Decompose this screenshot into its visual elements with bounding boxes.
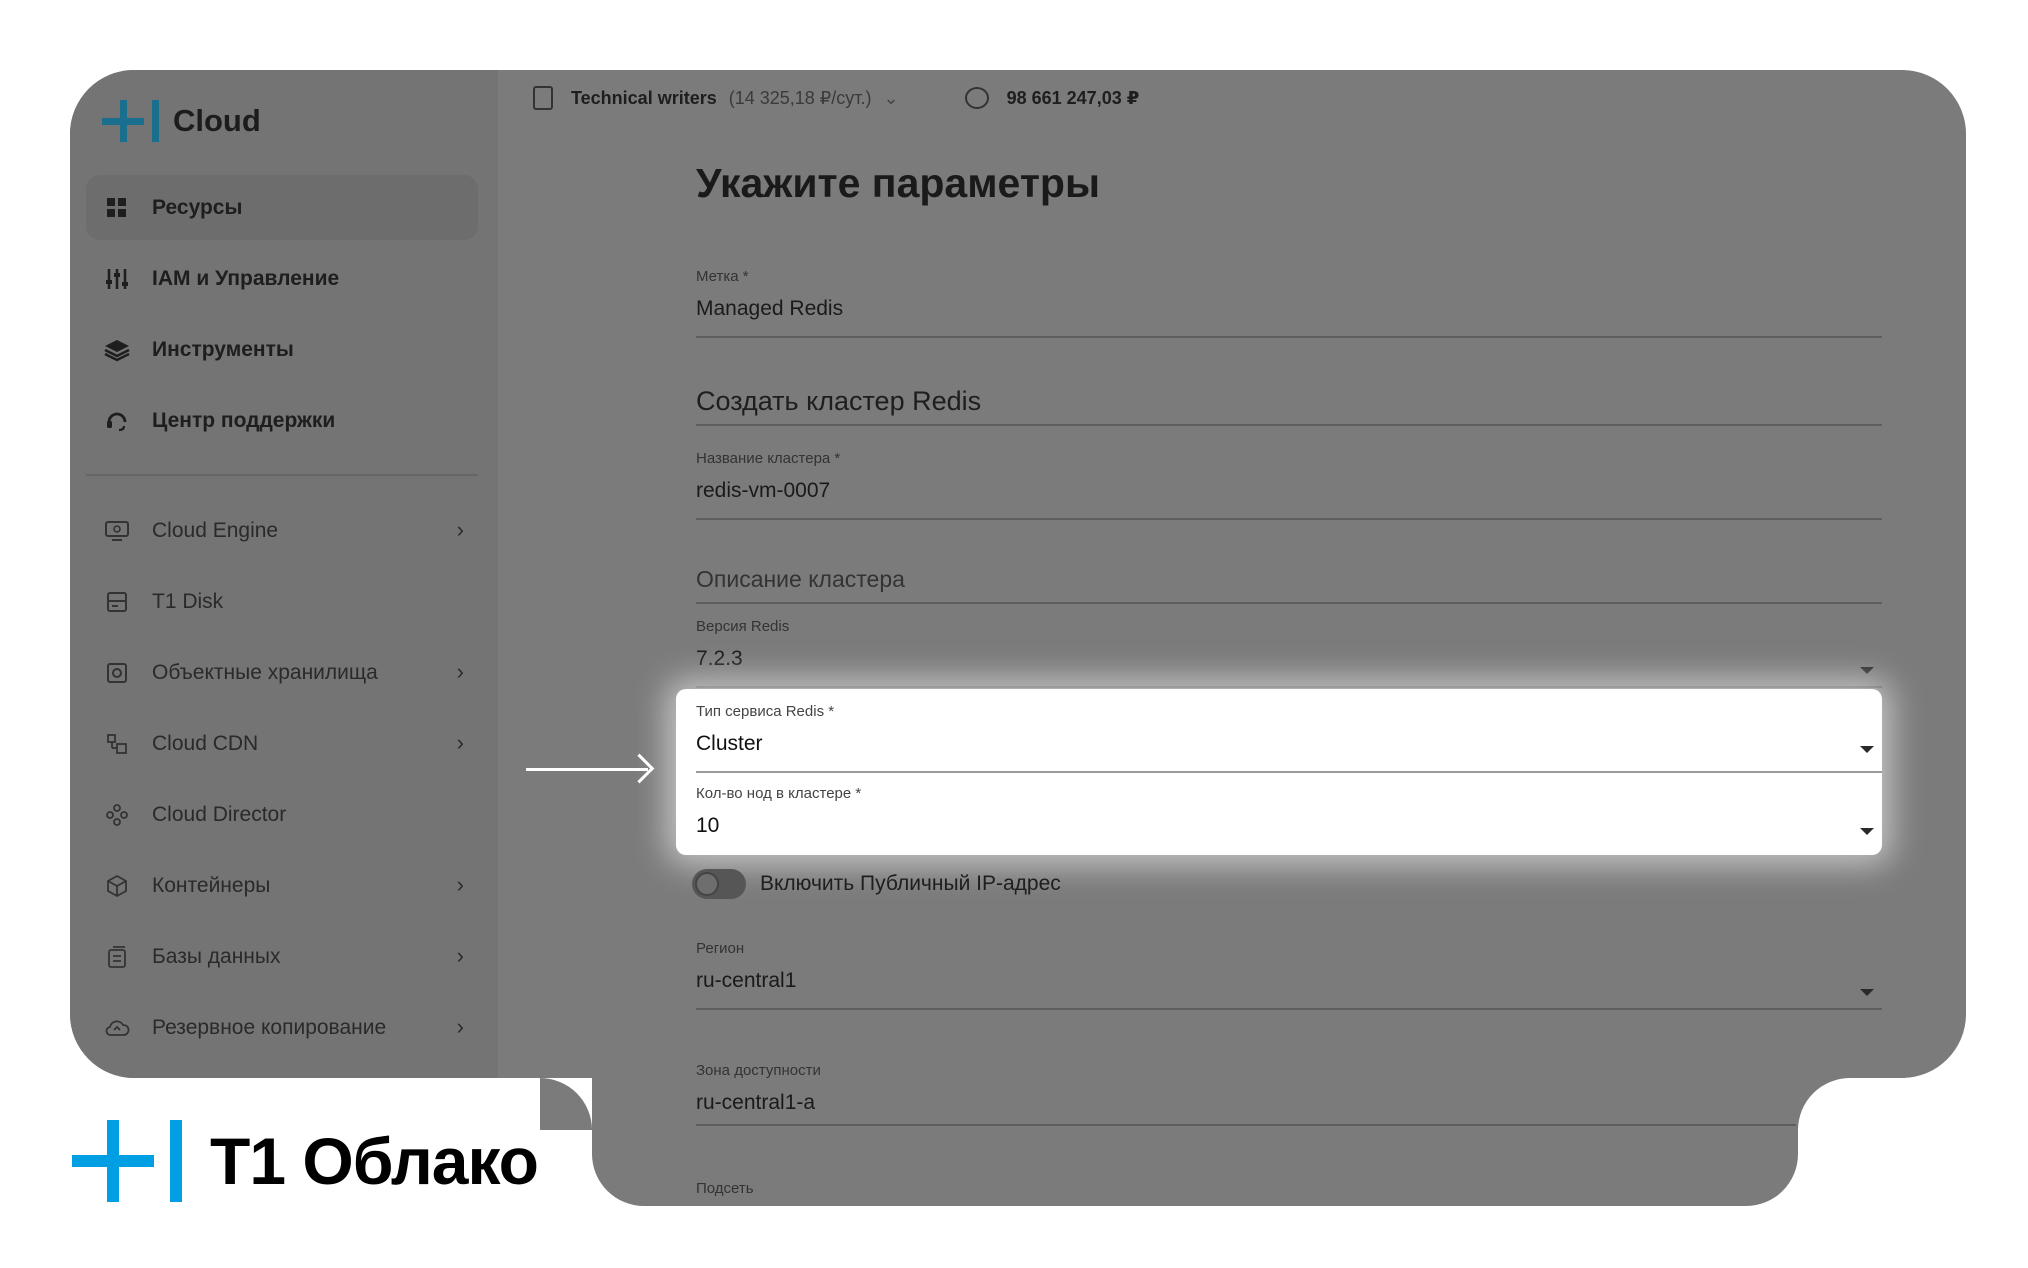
nav-divider	[86, 474, 478, 476]
brand-logo[interactable]: Cloud	[102, 100, 261, 142]
nav-item-iam[interactable]: IAM и Управление	[86, 246, 478, 311]
chevron-right-icon: ›	[456, 943, 464, 968]
nav-item-label: IAM и Управление	[152, 266, 340, 290]
nav-item-tools[interactable]: Инструменты	[86, 317, 478, 382]
description-field[interactable]: Описание кластера	[696, 566, 1882, 604]
chevron-right-icon: ›	[456, 872, 464, 897]
field-label: Тип сервиса Redis *	[696, 703, 835, 720]
region-select[interactable]: Регион ru-central1	[696, 940, 1882, 1010]
field-label: Зона доступности	[696, 1062, 821, 1079]
dropdown-caret-icon	[1860, 828, 1874, 835]
cdn-icon	[104, 731, 130, 757]
dropdown-caret-icon	[1860, 667, 1874, 674]
chevron-right-icon: ›	[456, 517, 464, 542]
service-type-value: Cluster	[696, 732, 763, 755]
label-field[interactable]: Метка * Managed Redis	[696, 268, 1882, 338]
daily-rate: (14 325,18 ₽/сут.)	[728, 87, 872, 108]
dropdown-caret-icon	[1860, 989, 1874, 996]
public-ip-toggle-row: Включить Публичный IP-адрес	[692, 869, 1061, 899]
chevron-down-icon[interactable]: ⌄	[884, 88, 899, 109]
cloud-backup-icon	[104, 1015, 130, 1041]
monitor-icon	[104, 518, 130, 544]
description-input[interactable]: Описание кластера	[696, 566, 1882, 593]
service-item-databases[interactable]: Базы данных ›	[86, 921, 478, 992]
chevron-right-icon: ›	[456, 659, 464, 684]
service-item-label: Cloud CDN	[152, 731, 259, 755]
service-item-label: Контейнеры	[152, 873, 271, 897]
account-balance: 98 661 247,03 ₽	[1006, 87, 1140, 108]
field-label: Версия Redis	[696, 618, 790, 635]
grid-icon	[104, 195, 130, 221]
headset-icon	[104, 408, 130, 434]
service-item-cloud-cdn[interactable]: Cloud CDN ›	[86, 708, 478, 779]
brand-name: Cloud	[173, 103, 261, 138]
service-item-cloud-engine[interactable]: Cloud Engine ›	[86, 495, 478, 566]
sliders-icon	[104, 266, 130, 292]
node-count-value: 10	[696, 814, 720, 837]
highlighted-fields: Тип сервиса Redis * Cluster Кол-во нод в…	[676, 689, 1882, 855]
chevron-right-icon: ›	[456, 730, 464, 755]
pointer-arrow	[526, 768, 648, 771]
database-icon	[104, 944, 130, 970]
top-bar: Technical writers (14 325,18 ₽/сут.) ⌄ 9…	[533, 86, 1139, 110]
redis-version-value: 7.2.3	[696, 647, 743, 670]
t1-logo: T1 Облако	[72, 1120, 539, 1202]
service-item-backup[interactable]: Резервное копирование ›	[86, 992, 478, 1063]
plus-logo-icon	[72, 1120, 154, 1202]
storage-icon	[104, 660, 130, 686]
service-item-label: Cloud Engine	[152, 518, 279, 542]
service-item-label: Базы данных	[152, 944, 281, 968]
nav-item-label: Ресурсы	[152, 195, 243, 219]
nav-item-label: Инструменты	[152, 337, 294, 361]
sidebar: Cloud Ресурсы IAM и Управление Инструмен…	[70, 70, 498, 1078]
zone-value: ru-central1-a	[696, 1091, 816, 1114]
public-ip-toggle[interactable]	[692, 869, 746, 899]
cluster-name-input[interactable]: redis-vm-0007	[696, 479, 1882, 503]
service-item-label: Cloud Director	[152, 802, 287, 826]
region-value: ru-central1	[696, 969, 797, 992]
disk-icon	[104, 589, 130, 615]
section-header: Создать кластер Redis	[696, 386, 1882, 426]
node-count-select[interactable]: Кол-во нод в кластере * 10	[696, 785, 1882, 855]
logo-text: T1 Облако	[210, 1124, 539, 1198]
field-label: Регион	[696, 940, 745, 957]
section-title: Создать кластер Redis	[696, 386, 982, 416]
coins-icon	[964, 87, 989, 109]
redis-version-select[interactable]: Версия Redis 7.2.3	[696, 618, 1882, 688]
service-item-t1-disk[interactable]: T1 Disk	[86, 566, 478, 637]
cluster-name-field[interactable]: Название кластера * redis-vm-0007	[696, 450, 1882, 520]
service-item-object-storage[interactable]: Объектные хранилища ›	[86, 637, 478, 708]
cube-icon	[104, 873, 130, 899]
service-item-label: Объектные хранилища	[152, 660, 378, 684]
nav-item-label: Центр поддержки	[152, 408, 336, 432]
service-item-label: Резервное копирование	[152, 1015, 387, 1039]
main-nav: Ресурсы IAM и Управление Инструменты Цен…	[86, 175, 478, 459]
subnet-label: Подсеть	[696, 1180, 754, 1197]
field-label: Название кластера *	[696, 450, 841, 467]
page-title: Укажите параметры	[696, 160, 1100, 206]
nav-item-support[interactable]: Центр поддержки	[86, 388, 478, 453]
layers-icon	[104, 337, 130, 363]
service-item-containers[interactable]: Контейнеры ›	[86, 850, 478, 921]
field-label: Кол-во нод в кластере *	[696, 785, 862, 802]
dropdown-caret-icon	[1860, 746, 1874, 753]
cluster-form: Укажите параметры	[696, 160, 1882, 207]
chevron-right-icon: ›	[456, 1014, 464, 1039]
services-nav: Cloud Engine › T1 Disk Объектные хранили…	[86, 495, 478, 1063]
field-label: Метка *	[696, 268, 749, 285]
service-type-select[interactable]: Тип сервиса Redis * Cluster	[696, 703, 1882, 773]
document-icon	[533, 86, 553, 110]
zone-select[interactable]: Зона доступности ru-central1-a	[696, 1062, 1796, 1126]
label-input[interactable]: Managed Redis	[696, 297, 1882, 321]
project-selector[interactable]: Technical writers	[571, 88, 717, 109]
public-ip-label: Включить Публичный IP-адрес	[760, 872, 1061, 895]
nav-item-resources[interactable]: Ресурсы	[86, 175, 478, 240]
director-icon	[104, 802, 130, 828]
brand-plus-icon	[102, 100, 144, 142]
service-item-cloud-director[interactable]: Cloud Director	[86, 779, 478, 850]
service-item-label: T1 Disk	[152, 589, 224, 613]
